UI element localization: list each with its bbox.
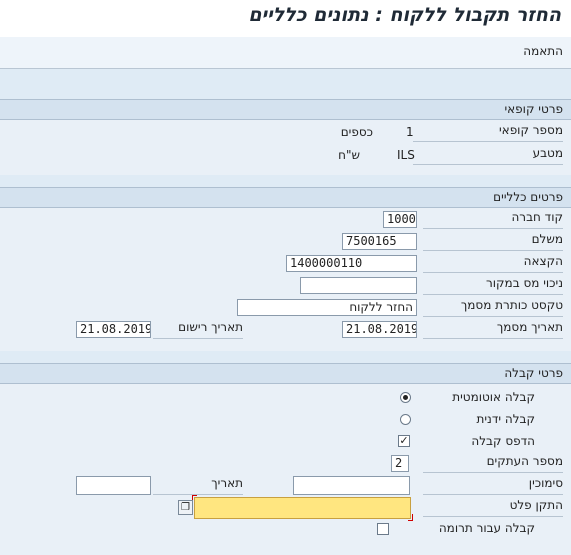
cashier-details-group: פרטי קופאי מספר קופאי 1 כספים מטבע ILS ש…: [0, 99, 571, 175]
company-code-label: קוד חברה: [423, 210, 563, 229]
header-text-label: טקסט כותרת מסמך: [423, 298, 563, 317]
date-input[interactable]: [76, 476, 151, 495]
posting-date-label: תאריך רישום: [153, 320, 243, 339]
payer-label: משלם: [423, 232, 563, 251]
date-label: תאריך: [153, 476, 243, 495]
cashier-name-value: כספים: [340, 125, 373, 139]
currency-name-value: ש"ח: [338, 148, 360, 162]
group-header: פרטים כלליים: [0, 188, 571, 208]
print-receipt-checkbox[interactable]: ✓: [398, 435, 410, 447]
reference-label: סימוכין: [423, 476, 563, 495]
auto-receipt-label: קבלה אוטומטית: [452, 390, 535, 404]
document-date-input[interactable]: 21.08.2019: [342, 321, 417, 338]
document-date-label: תאריך מסמך: [423, 320, 563, 339]
auto-receipt-radio[interactable]: [400, 392, 411, 403]
search-help-icon[interactable]: ❐: [178, 500, 193, 515]
application-toolbar: התאמה: [0, 37, 571, 69]
allocation-label: הקצאה: [423, 254, 563, 273]
donation-receipt-checkbox[interactable]: [377, 523, 389, 535]
output-device-input[interactable]: [194, 497, 411, 519]
page-title: החזר תקבול ללקוח : נתונים כלליים: [248, 4, 561, 26]
withholding-tax-input[interactable]: [300, 277, 417, 294]
donation-receipt-label: קבלה עבור תרומה: [438, 521, 535, 535]
output-device-wrapper: [192, 495, 413, 521]
payer-input[interactable]: 7500165: [342, 233, 417, 250]
group-header: פרטי קופאי: [0, 100, 571, 120]
general-details-title: פרטים כלליים: [493, 190, 563, 204]
header-text-input[interactable]: החזר ללקוח: [237, 299, 417, 316]
cashier-number-label: מספר קופאי: [413, 123, 563, 142]
manual-receipt-label: קבלה ידנית: [476, 412, 535, 426]
manual-receipt-radio[interactable]: [400, 414, 411, 425]
withholding-tax-label: ניכוי מס במקור: [423, 276, 563, 295]
copies-input[interactable]: 2: [391, 455, 409, 472]
currency-label: מטבע: [413, 146, 563, 165]
print-receipt-label: הדפס קבלה: [471, 434, 535, 448]
currency-code-value: ILS: [397, 148, 415, 162]
match-button[interactable]: התאמה: [523, 44, 563, 58]
allocation-input[interactable]: 1400000110: [286, 255, 417, 272]
cashier-details-title: פרטי קופאי: [504, 102, 563, 116]
output-device-label: התקן פלט: [423, 498, 563, 517]
reference-input[interactable]: [293, 476, 410, 495]
receipt-details-group: פרטי קבלה קבלה אוטומטית קבלה ידנית הדפס …: [0, 363, 571, 555]
group-header: פרטי קבלה: [0, 364, 571, 384]
receipt-details-title: פרטי קבלה: [504, 366, 563, 380]
posting-date-input[interactable]: 21.08.2019: [76, 321, 151, 338]
title-bar: החזר תקבול ללקוח : נתונים כלליים: [0, 0, 571, 38]
general-details-group: פרטים כלליים קוד חברה 1000 משלם 7500165 …: [0, 187, 571, 351]
cashier-number-value: 1: [406, 125, 414, 139]
company-code-input[interactable]: 1000: [383, 211, 417, 228]
copies-label: מספר העתקים: [423, 454, 563, 473]
